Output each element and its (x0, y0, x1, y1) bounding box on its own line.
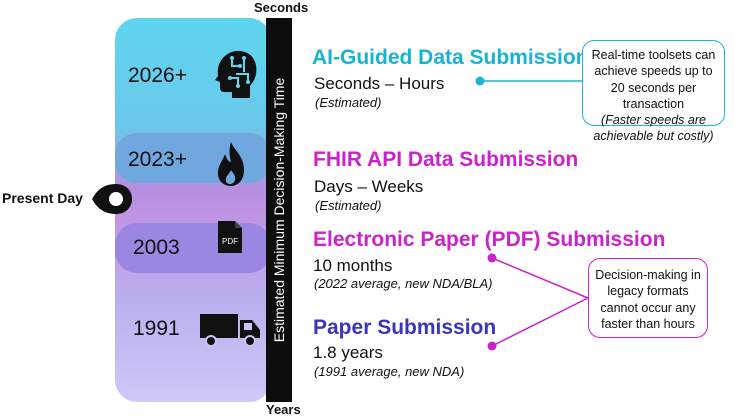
callout-legacy-text: Decision-making in legacy formats cannot… (595, 268, 701, 331)
callout-legacy: Decision-making in legacy formats cannot… (588, 258, 708, 338)
callout-realtime-note: (Faster speeds are achievable but costly… (593, 113, 714, 144)
callout-realtime: Real-time toolsets can achieve speeds up… (582, 40, 725, 143)
callout-realtime-text: Real-time toolsets can achieve speeds up… (591, 48, 716, 111)
